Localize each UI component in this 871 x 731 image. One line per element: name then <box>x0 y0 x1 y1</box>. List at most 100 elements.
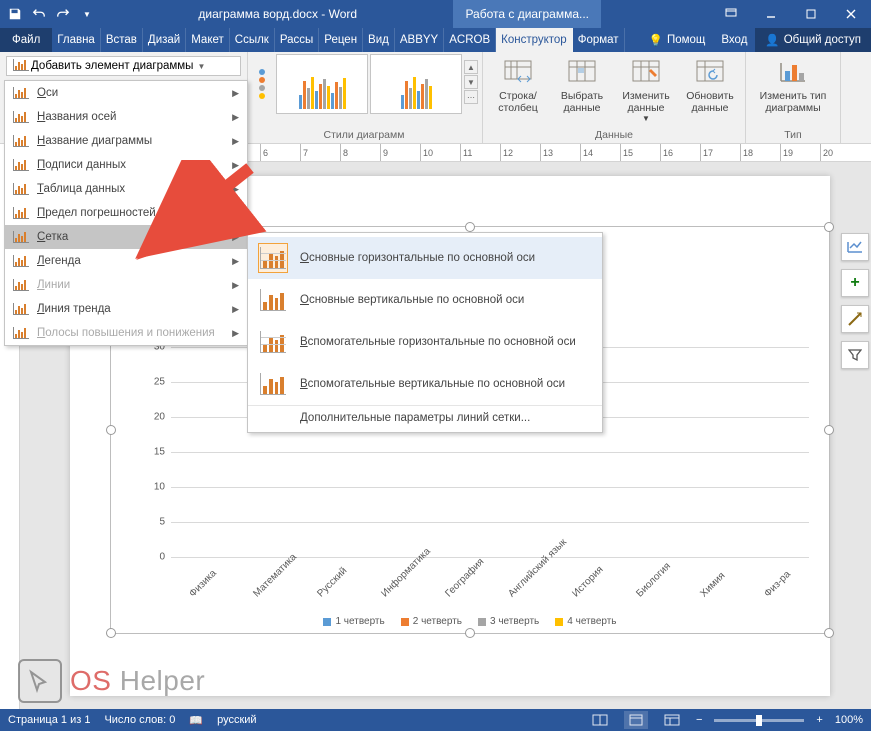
refresh-icon <box>694 56 726 88</box>
watermark: OS Helper <box>18 659 205 703</box>
switch-row-column-button[interactable]: Строка/столбец <box>487 54 549 114</box>
zoom-level[interactable]: 100% <box>835 714 863 726</box>
chevron-down-icon: ▼ <box>197 62 205 71</box>
tab-insert[interactable]: Встав <box>101 28 143 52</box>
styles-group-label: Стили диаграмм <box>250 128 478 143</box>
gridlines-icon <box>258 327 288 357</box>
tab-view[interactable]: Вид <box>363 28 395 52</box>
edit-data-button[interactable]: Изменить данные▼ <box>615 54 677 123</box>
menu-item[interactable]: Оси ▶ <box>5 81 247 105</box>
zoom-out-icon[interactable]: − <box>696 714 702 726</box>
menu-item-label: Сетка <box>37 231 68 243</box>
share-button[interactable]: 👤Общий доступ <box>755 28 871 52</box>
tab-references[interactable]: Ссылк <box>230 28 275 52</box>
submenu-item[interactable]: Вспомогательные горизонтальные по основн… <box>248 321 602 363</box>
resize-handle[interactable] <box>824 425 834 435</box>
proofing-icon[interactable]: 📖 <box>189 714 203 727</box>
zoom-slider[interactable] <box>714 719 804 722</box>
menu-item-label: Подписи данных <box>37 159 126 171</box>
chart-styles-button[interactable]: + <box>841 269 869 297</box>
chart-filters-button[interactable] <box>841 305 869 333</box>
print-layout-icon[interactable] <box>624 711 648 729</box>
chart-legend: 1 четверть2 четверть3 четверть4 четверть <box>111 616 829 627</box>
watermark-text2: Helper <box>120 665 205 696</box>
menu-item[interactable]: Линия тренда▶ <box>5 297 247 321</box>
menu-item-label: Легенда <box>37 255 81 267</box>
tell-me[interactable]: 💡Помощ <box>641 28 714 52</box>
chart-colors-button[interactable] <box>250 54 274 114</box>
data-group-label: Данные <box>487 128 741 143</box>
chevron-right-icon: ▶ <box>232 112 239 123</box>
add-chart-element-button[interactable]: Добавить элемент диаграммы ▼ <box>6 56 241 76</box>
menu-item[interactable]: Названия осей ▶ <box>5 105 247 129</box>
chart-x-labels: ФизикаМатематикаРусскийИнформатикаГеогра… <box>171 549 809 597</box>
tab-file[interactable]: Файл <box>0 28 52 52</box>
tab-home[interactable]: Главна <box>52 28 101 52</box>
change-chart-type-button[interactable]: Изменить тип диаграммы <box>750 54 836 114</box>
tab-abbyy[interactable]: ABBYY <box>395 28 444 52</box>
menu-item-label: Названия осей <box>37 111 116 123</box>
word-count[interactable]: Число слов: 0 <box>104 714 175 726</box>
close-icon[interactable] <box>831 0 871 28</box>
gridlines-icon <box>258 243 288 273</box>
qat-dropdown-icon[interactable]: ▼ <box>76 3 98 25</box>
tab-design[interactable]: Дизай <box>143 28 186 52</box>
styles-gallery-expand[interactable]: ▲ ▼ ⋯ <box>464 54 478 104</box>
menu-item[interactable]: Сетка▶ <box>5 225 247 249</box>
more-gridline-options[interactable]: Дополнительные параметры линий сетки... <box>248 405 602 428</box>
chart-submenu-icon <box>13 109 29 125</box>
undo-icon[interactable] <box>28 3 50 25</box>
menu-item[interactable]: Легенда▶ <box>5 249 247 273</box>
menu-item[interactable]: Предел погрешностей▶ <box>5 201 247 225</box>
read-mode-icon[interactable] <box>588 711 612 729</box>
submenu-item[interactable]: Основные вертикальные по основной оси <box>248 279 602 321</box>
chart-style-1[interactable] <box>276 54 368 114</box>
save-icon[interactable] <box>4 3 26 25</box>
minimize-icon[interactable] <box>751 0 791 28</box>
resize-handle[interactable] <box>106 425 116 435</box>
bulb-icon: 💡 <box>649 33 663 47</box>
sign-in[interactable]: Вход <box>713 28 755 52</box>
tab-chart-design[interactable]: Конструктор <box>496 28 573 52</box>
resize-handle[interactable] <box>106 628 116 638</box>
tab-mailings[interactable]: Рассы <box>275 28 319 52</box>
tab-layout[interactable]: Макет <box>186 28 230 52</box>
tab-chart-format[interactable]: Формат <box>573 28 625 52</box>
refresh-data-button[interactable]: Обновить данные <box>679 54 741 114</box>
chevron-right-icon: ▶ <box>232 88 239 99</box>
ribbon-options-icon[interactable] <box>711 0 751 28</box>
menu-item-label: Полосы повышения и понижения <box>37 327 215 339</box>
ribbon-tabs: Файл Главна Встав Дизай Макет Ссылк Расс… <box>0 28 871 52</box>
page-indicator[interactable]: Страница 1 из 1 <box>8 714 90 726</box>
resize-handle[interactable] <box>465 222 475 232</box>
chart-style-2[interactable] <box>370 54 462 114</box>
menu-item-label: Оси <box>37 87 58 99</box>
select-data-button[interactable]: Выбрать данные <box>551 54 613 114</box>
chart-submenu-icon <box>13 205 29 221</box>
chart-submenu-icon <box>13 253 29 269</box>
chart-filter-funnel-button[interactable] <box>841 341 869 369</box>
switch-rc-icon <box>502 56 534 88</box>
submenu-item[interactable]: Основные горизонтальные по основной оси <box>248 237 602 279</box>
resize-handle[interactable] <box>824 222 834 232</box>
chart-submenu-icon <box>13 277 29 293</box>
tab-review[interactable]: Рецен <box>319 28 363 52</box>
contextual-tab-label: Работа с диаграмма... <box>453 0 601 28</box>
chevron-right-icon: ▶ <box>232 280 239 291</box>
menu-item[interactable]: Подписи данных▶ <box>5 153 247 177</box>
resize-handle[interactable] <box>465 628 475 638</box>
chevron-right-icon: ▶ <box>232 136 239 147</box>
menu-item[interactable]: Таблица данных▶ <box>5 177 247 201</box>
language-indicator[interactable]: русский <box>217 714 256 726</box>
submenu-item[interactable]: Вспомогательные вертикальные по основной… <box>248 363 602 405</box>
tab-acrobat[interactable]: ACROB <box>444 28 496 52</box>
chart-elements-button[interactable] <box>841 233 869 261</box>
menu-item[interactable]: Название диаграммы▶ <box>5 129 247 153</box>
resize-handle[interactable] <box>824 628 834 638</box>
submenu-label: Основные горизонтальные по основной оси <box>300 252 535 264</box>
redo-icon[interactable] <box>52 3 74 25</box>
zoom-in-icon[interactable]: + <box>816 714 822 726</box>
maximize-icon[interactable] <box>791 0 831 28</box>
menu-item: Линии▶ <box>5 273 247 297</box>
web-layout-icon[interactable] <box>660 711 684 729</box>
